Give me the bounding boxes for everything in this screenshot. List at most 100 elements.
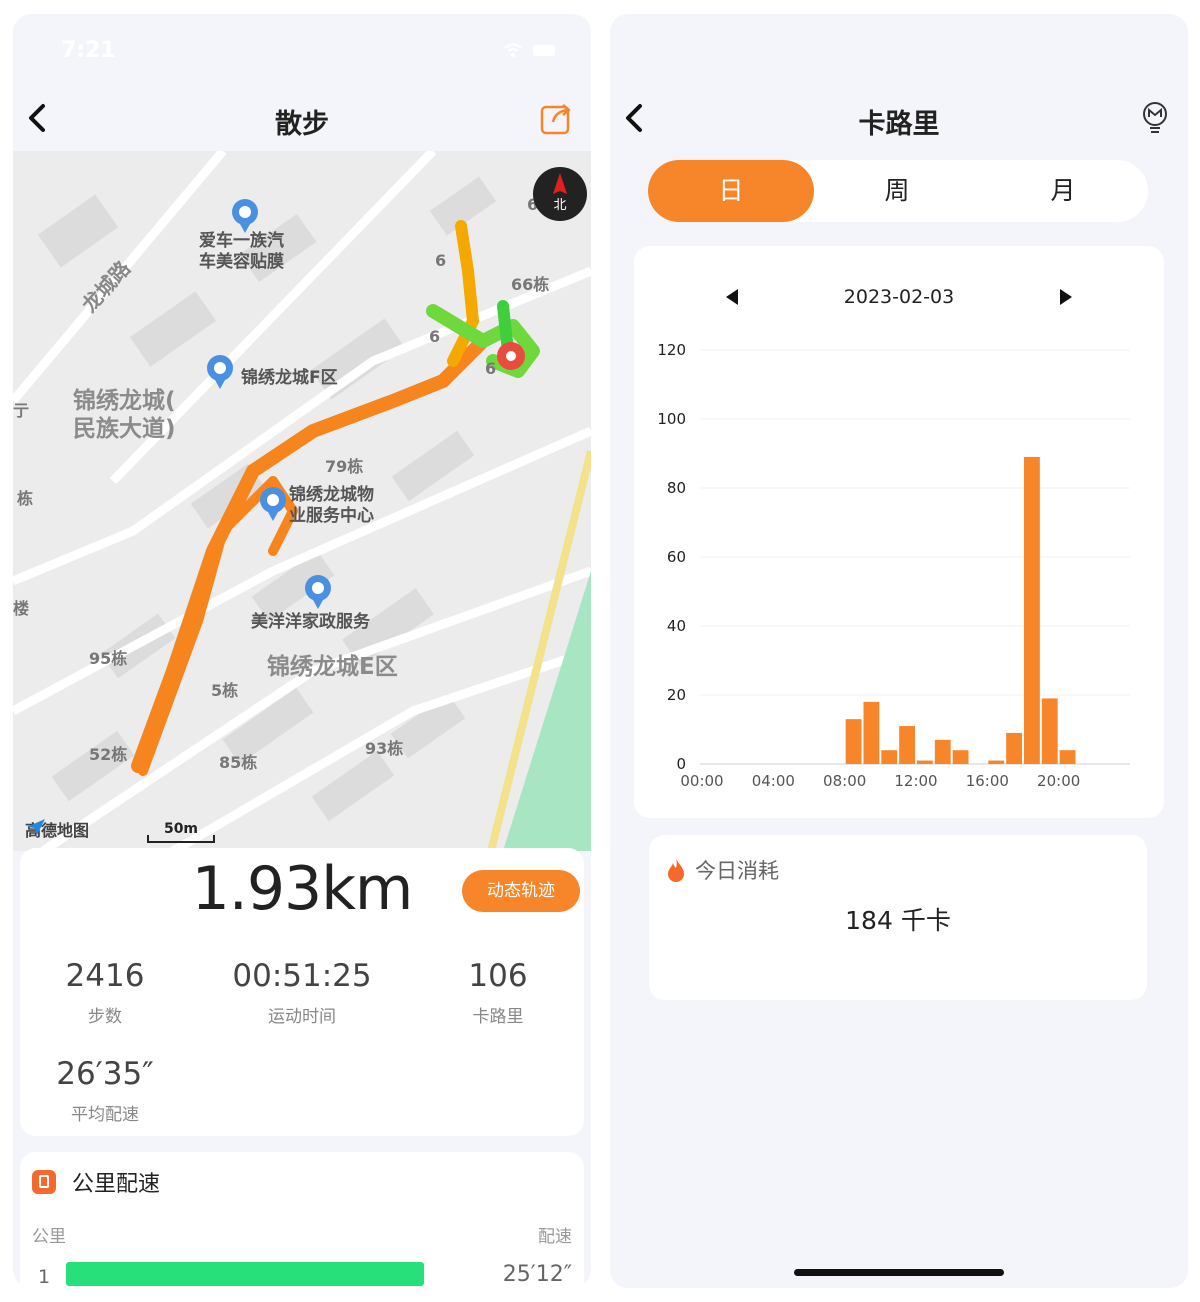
pace-row-km: 1 xyxy=(38,1266,51,1288)
activity-detail-screen: 7:21 散步 爱车一族汽 车美容贴膜 锦绣龙城F区 锦绣龙城(民族大道) 锦… xyxy=(13,14,591,1288)
calorie-bar xyxy=(952,750,969,764)
calorie-bar xyxy=(1006,732,1022,764)
tab-day[interactable]: 日 xyxy=(648,160,814,222)
nav-bar: 散步 xyxy=(13,86,591,150)
share-icon[interactable] xyxy=(537,98,577,138)
stat-label: 步数 xyxy=(88,1007,122,1027)
pace-row-bar xyxy=(66,1262,424,1286)
calorie-bar xyxy=(845,719,862,764)
building-label: 85栋 xyxy=(219,753,258,772)
stat-avg-pace: 26′35″ 平均配速 xyxy=(20,1056,190,1125)
building-label: 52栋 xyxy=(89,745,128,764)
poi-pin-icon[interactable] xyxy=(232,199,258,233)
compass-label: 北 xyxy=(553,198,566,213)
nav-bar: 卡路里 xyxy=(610,86,1188,150)
stat-steps: 2416 步数 xyxy=(20,958,190,1027)
y-tick-label: 80 xyxy=(667,479,686,497)
page-title: 散步 xyxy=(275,109,329,140)
map-label: 锦绣龙城( 民族大道) xyxy=(73,388,176,442)
map-logo-icon xyxy=(27,819,45,835)
x-tick-label: 20:00 xyxy=(1037,772,1080,790)
today-label: 今日消耗 xyxy=(695,859,779,883)
building-label: 66栋 xyxy=(511,275,550,294)
stat-value: 106 xyxy=(468,958,528,994)
current-date: 2023-02-03 xyxy=(843,286,955,308)
pace-row-value: 25′12″ xyxy=(502,1262,572,1287)
date-navigator: 2023-02-03 xyxy=(634,286,1164,310)
road-icon xyxy=(32,1170,56,1194)
stat-value: 26′35″ xyxy=(56,1056,154,1092)
stat-label: 运动时间 xyxy=(268,1007,336,1027)
pace-section-title: 公里配速 xyxy=(72,1172,161,1197)
column-header-km: 公里 xyxy=(32,1227,66,1247)
poi-pin-icon[interactable] xyxy=(260,487,286,521)
calorie-bar xyxy=(988,760,1005,764)
column-header-pace: 配速 xyxy=(538,1227,572,1247)
x-tick-label: 16:00 xyxy=(966,772,1009,790)
map-brand: 高德地图 xyxy=(25,817,89,841)
calorie-chart-card: 2023-02-03 0 20 40 60 80 100 120 00:00 04:00 08:0… xyxy=(634,246,1164,818)
stat-duration: 00:51:25 运动时间 xyxy=(217,958,387,1027)
calorie-bar xyxy=(1059,750,1076,764)
tab-month[interactable]: 月 xyxy=(980,160,1146,222)
calorie-bar xyxy=(899,726,915,764)
status-bar: 7:21 xyxy=(13,14,591,86)
building-label: 79栋 xyxy=(325,457,364,476)
x-tick-label: 12:00 xyxy=(894,772,937,790)
map-label: 锦绣龙城F区 xyxy=(241,368,338,388)
today-value: 184 千卡 xyxy=(845,906,951,935)
x-tick-label: 04:00 xyxy=(752,772,795,790)
flame-icon xyxy=(668,858,684,882)
x-tick-label: 08:00 xyxy=(823,772,866,790)
building-label: 栋 xyxy=(17,489,34,508)
calorie-bar xyxy=(1041,698,1058,764)
hourly-calorie-chart: 0 20 40 60 80 100 120 00:00 04:00 08:00 12:00 16:00… xyxy=(657,341,1130,790)
poi-pin-icon[interactable] xyxy=(207,355,233,389)
y-tick-label: 120 xyxy=(657,341,686,359)
stat-value: 00:51:25 xyxy=(232,958,372,994)
y-tick-label: 20 xyxy=(667,686,686,704)
building-label: 楼 xyxy=(13,599,30,618)
map-scale: 50m xyxy=(147,821,215,843)
tab-week[interactable]: 周 xyxy=(814,160,980,222)
page-title: 卡路里 xyxy=(858,109,940,140)
poi-pin-icon[interactable] xyxy=(305,575,331,609)
lightbulb-icon[interactable] xyxy=(1138,100,1172,136)
stat-value: 2416 xyxy=(65,958,145,994)
stat-label: 卡路里 xyxy=(472,1007,524,1027)
next-date-icon[interactable] xyxy=(1056,286,1076,308)
status-time: 7:21 xyxy=(61,38,116,63)
x-tick-label: 00:00 xyxy=(680,772,723,790)
calorie-bar xyxy=(863,701,880,764)
calorie-bar xyxy=(934,739,951,764)
y-tick-label: 100 xyxy=(657,410,686,428)
y-tick-label: 60 xyxy=(667,548,686,566)
calorie-bar xyxy=(917,760,933,764)
period-tabs: 日 周 月 xyxy=(648,160,1148,222)
y-tick-label: 0 xyxy=(676,755,686,773)
calorie-screen: 卡路里 日 周 月 2023-02-03 0 20 40 60 80 100 120 00:0… xyxy=(610,14,1188,1288)
map-label: 锦绣龙城物 业服务中心 xyxy=(289,485,374,526)
building-label: 95栋 xyxy=(89,649,128,668)
calorie-bar xyxy=(1024,456,1040,764)
compass-icon[interactable]: 北 xyxy=(533,167,587,221)
summary-card: 1.93km 动态轨迹 2416 步数 00:51:25 运动时间 106 卡路… xyxy=(20,848,584,1136)
dynamic-track-button[interactable]: 动态轨迹 xyxy=(462,870,580,912)
stat-calories: 106 卡路里 xyxy=(413,958,583,1027)
building-label: 93栋 xyxy=(365,739,404,758)
y-tick-label: 40 xyxy=(667,617,686,635)
wifi-battery-icon xyxy=(504,43,555,57)
today-consumption-card: 今日消耗 184 千卡 xyxy=(649,835,1147,1000)
stat-label: 平均配速 xyxy=(71,1105,139,1125)
home-indicator[interactable] xyxy=(794,1269,1004,1276)
building-label: 亍 xyxy=(13,401,30,420)
building-label: 5栋 xyxy=(211,681,239,700)
km-pace-card: 公里配速 公里 配速 1 25′12″ xyxy=(20,1152,584,1288)
map-label: 爱车一族汽 车美容贴膜 xyxy=(199,231,284,272)
calorie-bar xyxy=(881,750,898,764)
building-label: 6 xyxy=(435,251,447,270)
map-label: 美洋洋家政服务 xyxy=(251,612,370,632)
map-label: 锦绣龙城E区 xyxy=(267,654,398,680)
map-scale-bar xyxy=(147,835,215,843)
route-map[interactable]: 爱车一族汽 车美容贴膜 锦绣龙城F区 锦绣龙城( 民族大道) 锦绣龙城物 业服务… xyxy=(13,151,591,851)
